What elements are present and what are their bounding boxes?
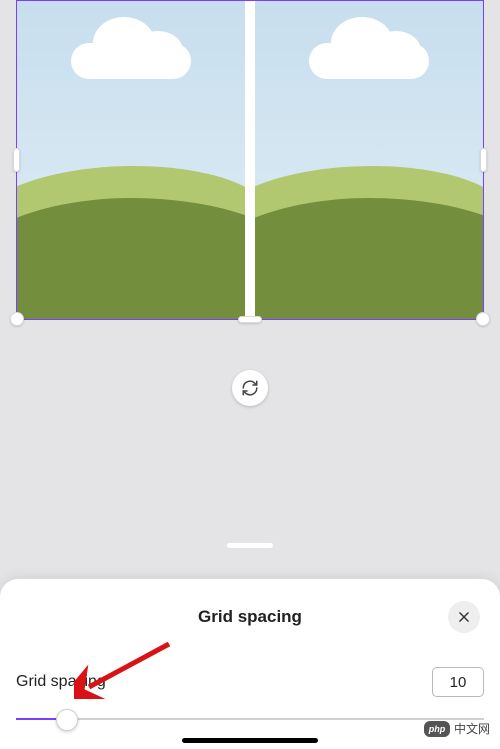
canvas-area <box>0 0 500 320</box>
close-button[interactable] <box>448 601 480 633</box>
grid-spacing-slider[interactable] <box>16 705 484 733</box>
sheet-header: Grid spacing <box>16 607 484 627</box>
control-row: Grid spacing <box>16 667 484 697</box>
home-indicator <box>182 738 318 743</box>
close-icon <box>457 610 471 624</box>
image-grid-frame[interactable] <box>16 0 484 320</box>
grid-spacing-sheet: Grid spacing Grid spacing <box>0 579 500 749</box>
selection-handle-bottom-mid[interactable] <box>238 316 262 323</box>
grid-spacing-label: Grid spacing <box>16 673 106 691</box>
selection-handle-bottom-left[interactable] <box>10 312 24 326</box>
rotate-button[interactable] <box>232 370 268 406</box>
rotate-icon <box>241 379 259 397</box>
selection-handle-bottom-right[interactable] <box>476 312 490 326</box>
placeholder-hill-front <box>17 198 245 319</box>
sheet-drag-handle-peek[interactable] <box>227 543 273 548</box>
slider-track <box>16 718 484 720</box>
grid-cell-left[interactable] <box>17 1 245 319</box>
grid-cell-right[interactable] <box>255 1 483 319</box>
cloud-icon <box>61 19 201 79</box>
slider-thumb[interactable] <box>56 709 78 731</box>
grid-spacing-divider <box>245 1 255 319</box>
cloud-icon <box>299 19 439 79</box>
placeholder-hill-front <box>255 198 483 319</box>
selection-handle-right[interactable] <box>480 148 487 172</box>
selection-handle-left[interactable] <box>13 148 20 172</box>
grid-spacing-input[interactable] <box>432 667 484 697</box>
sheet-title: Grid spacing <box>16 607 484 627</box>
